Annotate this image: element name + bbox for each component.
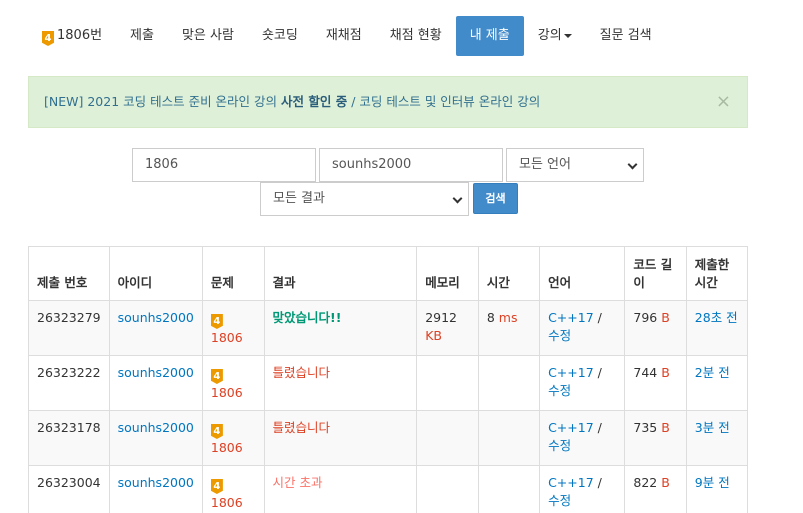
- edit-link[interactable]: 수정: [548, 328, 571, 343]
- language-separator: /: [597, 365, 602, 380]
- table-row: 26323222 sounhs2000 4 1806 틀렸습니다 C++17 / …: [28, 355, 749, 411]
- code-length-value: 822: [633, 475, 658, 490]
- alert-link-1[interactable]: [NEW] 2021 코딩 테스트 준비 온라인 강의: [44, 94, 277, 109]
- language-link[interactable]: C++17: [548, 310, 594, 325]
- submitted-time-link[interactable]: 2분 전: [695, 365, 730, 380]
- tab-problem[interactable]: 4 1806번: [28, 16, 116, 56]
- alert-bold-text[interactable]: 사전 할인 중: [281, 94, 347, 109]
- problem-id-input[interactable]: 1806: [132, 148, 316, 182]
- submitted-time-link[interactable]: 3분 전: [695, 420, 730, 435]
- user-link[interactable]: sounhs2000: [118, 475, 194, 490]
- problem-link[interactable]: 1806: [211, 440, 243, 455]
- time-value: 8: [486, 310, 495, 325]
- tab-problem-label: 1806번: [57, 28, 103, 43]
- tier-badge-icon: 4: [210, 424, 223, 439]
- edit-link[interactable]: 수정: [548, 438, 571, 453]
- tab-lecture[interactable]: 강의: [524, 16, 586, 56]
- time-value: [477, 410, 541, 466]
- tier-badge-icon: 4: [210, 369, 223, 384]
- tier-badge-icon: 4: [210, 479, 223, 494]
- table-row: 26323178 sounhs2000 4 1806 틀렸습니다 C++17 / …: [28, 410, 749, 466]
- promo-alert: [NEW] 2021 코딩 테스트 준비 온라인 강의 사전 할인 중 / 코딩…: [28, 76, 748, 128]
- tab-submit[interactable]: 제출: [116, 16, 168, 56]
- header-problem: 문제: [201, 246, 265, 301]
- table-row: 26323004 sounhs2000 4 1806 시간 초과 C++17 / …: [28, 465, 749, 513]
- submission-id: 26323222: [28, 355, 110, 411]
- tab-rejudge[interactable]: 재채점: [312, 16, 376, 56]
- chevron-down-icon: [452, 193, 463, 204]
- code-length-unit: B: [661, 420, 670, 435]
- problem-nav: 4 1806번 제출 맞은 사람 숏코딩 재채점 채점 현황 내 제출 강의 질문…: [28, 16, 666, 56]
- status-table: 제출 번호 아이디 문제 결과 메모리 시간 언어 코드 길이 제출한 시간 2…: [28, 246, 749, 513]
- language-link[interactable]: C++17: [548, 420, 594, 435]
- result-select[interactable]: 모든 결과: [260, 182, 469, 216]
- code-length-unit: B: [661, 310, 670, 325]
- close-icon[interactable]: ×: [716, 77, 731, 127]
- time-value: [477, 465, 541, 513]
- tab-my-submissions[interactable]: 내 제출: [455, 16, 524, 56]
- tab-shortcoding[interactable]: 숏코딩: [248, 16, 312, 56]
- submitted-time-link[interactable]: 28초 전: [695, 310, 738, 325]
- header-submitted-at: 제출한 시간: [685, 246, 749, 301]
- edit-link[interactable]: 수정: [548, 493, 571, 508]
- language-select[interactable]: 모든 언어: [506, 148, 644, 182]
- result-text: 틀렸습니다: [272, 420, 331, 435]
- language-link[interactable]: C++17: [548, 365, 594, 380]
- time-unit: ms: [498, 310, 518, 325]
- result-text: 맞았습니다!!: [272, 310, 342, 325]
- user-link[interactable]: sounhs2000: [118, 310, 194, 325]
- tab-qna[interactable]: 질문 검색: [586, 16, 666, 56]
- memory-value: [416, 355, 479, 411]
- table-row: 26323279 sounhs2000 4 1806 맞았습니다!! 2912 KB…: [28, 300, 749, 356]
- language-separator: /: [597, 310, 602, 325]
- code-length-value: 796: [633, 310, 658, 325]
- language-link[interactable]: C++17: [548, 475, 594, 490]
- tier-badge-icon: 4: [210, 314, 223, 329]
- user-link[interactable]: sounhs2000: [118, 420, 194, 435]
- language-select-value: 모든 언어: [519, 157, 571, 172]
- problem-link[interactable]: 1806: [211, 330, 243, 345]
- time-value: [477, 355, 541, 411]
- memory-value: [416, 465, 479, 513]
- caret-down-icon: [563, 33, 572, 38]
- tab-solvers[interactable]: 맞은 사람: [168, 16, 248, 56]
- code-length-unit: B: [661, 475, 670, 490]
- memory-unit: KB: [425, 328, 442, 343]
- search-button[interactable]: 검색: [473, 183, 518, 214]
- header-time: 시간: [477, 246, 541, 301]
- memory-value: 2912: [425, 310, 458, 325]
- result-text: 시간 초과: [272, 475, 323, 490]
- table-header-row: 제출 번호 아이디 문제 결과 메모리 시간 언어 코드 길이 제출한 시간: [28, 246, 749, 301]
- header-result: 결과: [263, 246, 418, 301]
- tab-lecture-label: 강의: [537, 28, 562, 43]
- header-memory: 메모리: [416, 246, 479, 301]
- tab-status[interactable]: 채점 현황: [376, 16, 456, 56]
- result-select-value: 모든 결과: [273, 191, 325, 206]
- code-length-value: 735: [633, 420, 658, 435]
- memory-value: [416, 410, 479, 466]
- problem-link[interactable]: 1806: [211, 495, 243, 510]
- submission-id: 26323178: [28, 410, 110, 466]
- submitted-time-link[interactable]: 9분 전: [695, 475, 730, 490]
- language-separator: /: [597, 475, 602, 490]
- header-submission-id: 제출 번호: [28, 246, 110, 301]
- submission-id: 26323004: [28, 465, 110, 513]
- result-text: 틀렸습니다: [272, 365, 331, 380]
- tier-badge-icon: 4: [42, 31, 54, 46]
- user-link[interactable]: sounhs2000: [118, 365, 194, 380]
- code-length-unit: B: [661, 365, 670, 380]
- submission-id: 26323279: [28, 300, 110, 356]
- user-id-input[interactable]: sounhs2000: [319, 148, 503, 182]
- edit-link[interactable]: 수정: [548, 383, 571, 398]
- code-length-value: 744: [633, 365, 658, 380]
- header-code-length: 코드 길이: [624, 246, 687, 301]
- header-user: 아이디: [108, 246, 203, 301]
- language-separator: /: [597, 420, 602, 435]
- alert-link-2[interactable]: / 코딩 테스트 및 인터뷰 온라인 강의: [351, 94, 540, 109]
- problem-link[interactable]: 1806: [211, 385, 243, 400]
- header-language: 언어: [539, 246, 626, 301]
- chevron-down-icon: [627, 159, 638, 170]
